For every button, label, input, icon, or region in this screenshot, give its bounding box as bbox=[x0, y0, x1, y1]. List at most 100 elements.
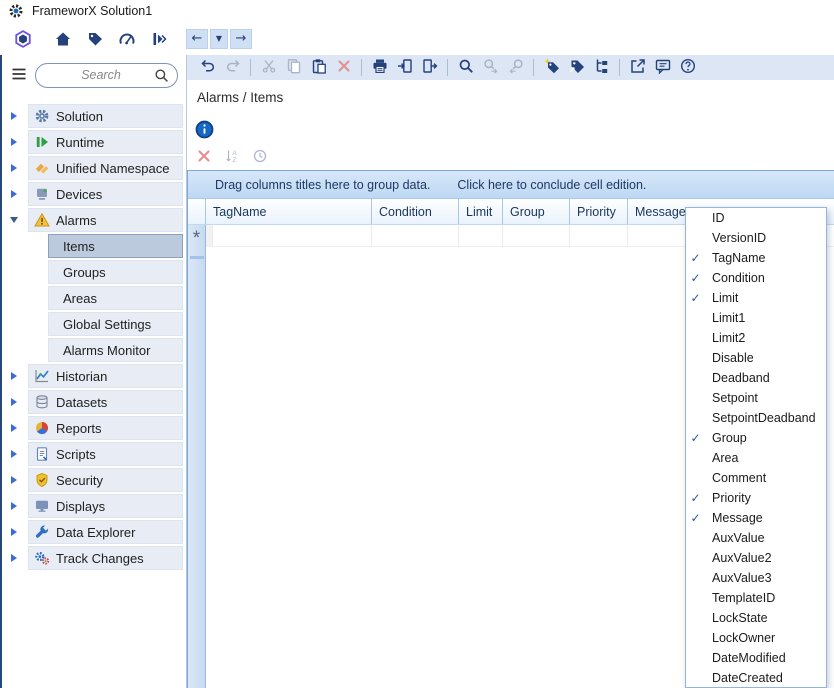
column-menu-item-message[interactable]: ✓Message bbox=[686, 508, 826, 528]
column-header-tagname[interactable]: TagName bbox=[206, 199, 372, 224]
find-prev-button[interactable] bbox=[503, 57, 528, 79]
sidebar-item-solution[interactable]: Solution bbox=[0, 104, 186, 128]
sidebar-item-scripts[interactable]: Scripts bbox=[0, 442, 186, 466]
column-header-priority[interactable]: Priority bbox=[570, 199, 628, 224]
chevron-right-icon[interactable] bbox=[11, 554, 17, 562]
search-box[interactable] bbox=[35, 63, 178, 88]
sort-az-button[interactable]: AZ bbox=[221, 147, 243, 167]
conclude-edit-hint[interactable]: Click here to conclude cell edition. bbox=[457, 178, 646, 192]
clock-button[interactable] bbox=[249, 147, 271, 167]
column-menu-item-area[interactable]: Area bbox=[686, 448, 826, 468]
sidebar-item-devices[interactable]: Devices bbox=[0, 182, 186, 206]
import-button[interactable] bbox=[392, 57, 417, 79]
delete-button[interactable] bbox=[193, 147, 215, 167]
column-menu-item-limit[interactable]: ✓Limit bbox=[686, 288, 826, 308]
menu-toggle-button[interactable] bbox=[8, 65, 30, 85]
tag-new-button[interactable] bbox=[539, 57, 564, 79]
column-menu-item-comment[interactable]: Comment bbox=[686, 468, 826, 488]
tree-view-button[interactable] bbox=[589, 57, 614, 79]
chevron-right-icon[interactable] bbox=[11, 476, 17, 484]
undo-button[interactable] bbox=[195, 57, 220, 79]
delete-button[interactable] bbox=[331, 57, 356, 79]
chevron-right-icon[interactable] bbox=[11, 450, 17, 458]
search-input[interactable] bbox=[48, 68, 154, 82]
find-button[interactable] bbox=[453, 57, 478, 79]
column-header-condition[interactable]: Condition bbox=[372, 199, 459, 224]
column-menu-item-limit1[interactable]: Limit1 bbox=[686, 308, 826, 328]
column-menu-item-id[interactable]: ID bbox=[686, 208, 826, 228]
chevron-down-icon[interactable] bbox=[10, 217, 18, 223]
column-menu-item-lockowner[interactable]: LockOwner bbox=[686, 628, 826, 648]
column-menu-item-datemodified[interactable]: DateModified bbox=[686, 648, 826, 668]
column-menu-item-setpoint[interactable]: Setpoint bbox=[686, 388, 826, 408]
export-button[interactable] bbox=[417, 57, 442, 79]
column-menu-item-tagname[interactable]: ✓TagName bbox=[686, 248, 826, 268]
sidebar-item-areas[interactable]: Areas bbox=[0, 286, 186, 310]
open-external-button[interactable] bbox=[625, 57, 650, 79]
tag-go-button[interactable] bbox=[564, 57, 589, 79]
sidebar-item-historian[interactable]: Historian bbox=[0, 364, 186, 388]
column-menu-item-versionid[interactable]: VersionID bbox=[686, 228, 826, 248]
column-menu-item-templateid[interactable]: TemplateID bbox=[686, 588, 826, 608]
chevron-right-icon[interactable] bbox=[11, 190, 17, 198]
sidebar-item-security[interactable]: Security bbox=[0, 468, 186, 492]
help-button[interactable] bbox=[675, 57, 700, 79]
column-menu-item-group[interactable]: ✓Group bbox=[686, 428, 826, 448]
sidebar-item-track-changes[interactable]: Track Changes bbox=[0, 546, 186, 570]
new-row-cell[interactable] bbox=[503, 225, 570, 246]
sidebar-item-alarms-monitor[interactable]: Alarms Monitor bbox=[0, 338, 186, 362]
column-menu-item-condition[interactable]: ✓Condition bbox=[686, 268, 826, 288]
chevron-right-icon[interactable] bbox=[11, 398, 17, 406]
new-row-cell[interactable] bbox=[372, 225, 459, 246]
gauge-button[interactable] bbox=[114, 27, 140, 51]
nav-history-dropdown[interactable]: ▼ bbox=[210, 29, 228, 49]
sidebar-item-groups[interactable]: Groups bbox=[0, 260, 186, 284]
column-header-limit[interactable]: Limit bbox=[459, 199, 503, 224]
chevron-right-icon[interactable] bbox=[11, 502, 17, 510]
feedback-button[interactable] bbox=[650, 57, 675, 79]
sidebar-item-global-settings[interactable]: Global Settings bbox=[0, 312, 186, 336]
redo-button[interactable] bbox=[220, 57, 245, 79]
sidebar-item-unified-namespace[interactable]: Unified Namespace bbox=[0, 156, 186, 180]
chevron-right-icon[interactable] bbox=[11, 528, 17, 536]
sidebar-item-displays[interactable]: Displays bbox=[0, 494, 186, 518]
nav-forward-button[interactable]: → bbox=[230, 29, 252, 49]
group-by-panel[interactable]: Drag columns titles here to group data. … bbox=[188, 171, 834, 199]
find-next-button[interactable] bbox=[478, 57, 503, 79]
column-menu-item-auxvalue3[interactable]: AuxValue3 bbox=[686, 568, 826, 588]
column-header-group[interactable]: Group bbox=[503, 199, 570, 224]
chevron-right-icon[interactable] bbox=[11, 112, 17, 120]
column-menu-item-auxvalue2[interactable]: AuxValue2 bbox=[686, 548, 826, 568]
print-button[interactable] bbox=[367, 57, 392, 79]
column-menu-item-disable[interactable]: Disable bbox=[686, 348, 826, 368]
column-menu-item-auxvalue[interactable]: AuxValue bbox=[686, 528, 826, 548]
column-menu-item-lockstate[interactable]: LockState bbox=[686, 608, 826, 628]
chevron-right-icon[interactable] bbox=[11, 372, 17, 380]
new-row-cell[interactable] bbox=[570, 225, 628, 246]
sidebar-item-datasets[interactable]: Datasets bbox=[0, 390, 186, 414]
column-menu-item-deadband[interactable]: Deadband bbox=[686, 368, 826, 388]
info-button[interactable] bbox=[195, 120, 214, 139]
tags-button[interactable] bbox=[82, 27, 108, 51]
column-menu-item-limit2[interactable]: Limit2 bbox=[686, 328, 826, 348]
sidebar-item-data-explorer[interactable]: Data Explorer bbox=[0, 520, 186, 544]
nav-back-button[interactable]: ← bbox=[186, 29, 208, 49]
chevron-right-icon[interactable] bbox=[11, 424, 17, 432]
home-button[interactable] bbox=[50, 27, 76, 51]
column-menu-item-setpointdeadband[interactable]: SetpointDeadband bbox=[686, 408, 826, 428]
chevron-right-icon[interactable] bbox=[11, 164, 17, 172]
sidebar-item-reports[interactable]: Reports bbox=[0, 416, 186, 440]
paste-button[interactable] bbox=[306, 57, 331, 79]
copy-button[interactable] bbox=[281, 57, 306, 79]
sidebar-item-items[interactable]: Items bbox=[0, 234, 186, 258]
chevron-right-icon[interactable] bbox=[11, 138, 17, 146]
run-startup-button[interactable] bbox=[146, 27, 172, 51]
sidebar-item-alarms[interactable]: Alarms bbox=[0, 208, 186, 232]
column-menu-item-priority[interactable]: ✓Priority bbox=[686, 488, 826, 508]
new-row-cell[interactable] bbox=[459, 225, 503, 246]
new-row-cell[interactable] bbox=[213, 225, 372, 246]
cut-button[interactable] bbox=[256, 57, 281, 79]
column-menu-item-datecreated[interactable]: DateCreated bbox=[686, 668, 826, 688]
app-logo-icon[interactable] bbox=[10, 27, 36, 51]
sidebar-item-runtime[interactable]: Runtime bbox=[0, 130, 186, 154]
